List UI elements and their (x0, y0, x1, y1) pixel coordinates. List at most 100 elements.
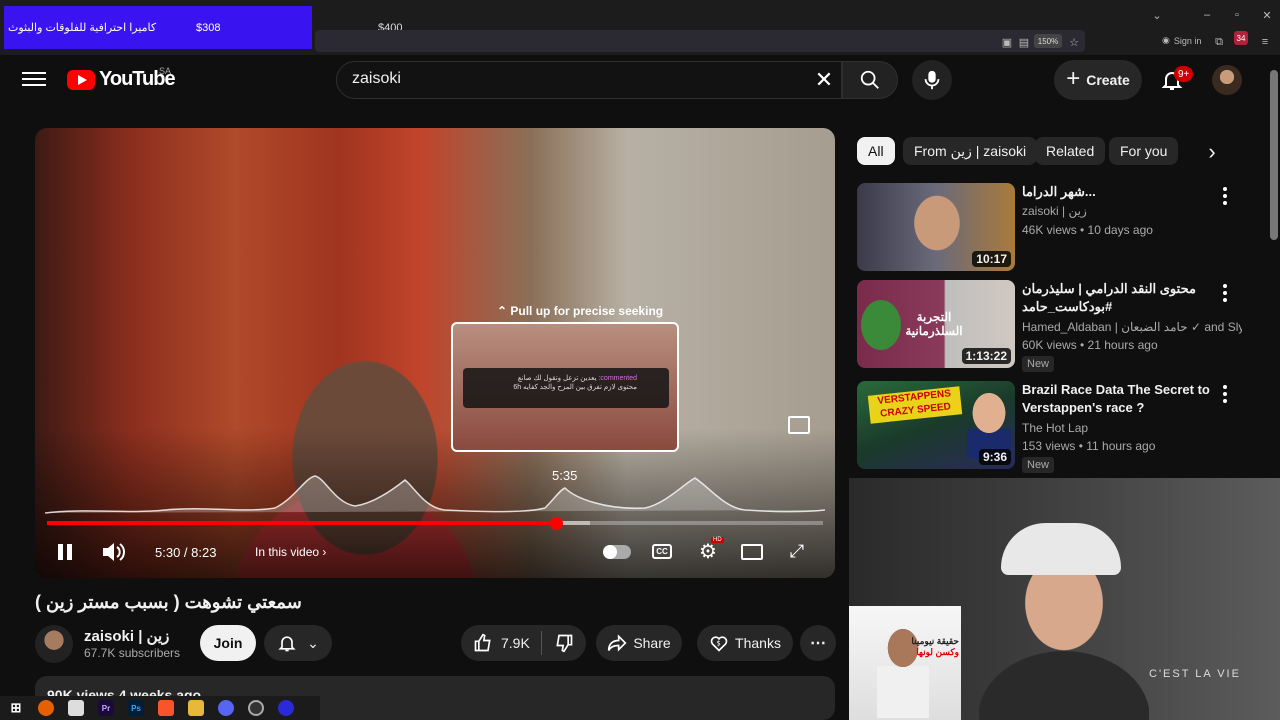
thumb-text-line2: السلذرمانية (905, 324, 963, 338)
more-actions-icon[interactable]: ⋯ (800, 625, 836, 661)
plus-icon: + (1066, 65, 1081, 92)
like-button[interactable]: 7.9K (461, 625, 541, 661)
share-icon (608, 634, 627, 652)
create-label: Create (1086, 72, 1130, 88)
premiere-icon[interactable]: Pr (98, 700, 114, 716)
photoshop-icon[interactable]: Ps (128, 700, 144, 716)
chevron-down-icon: ⌄ (307, 634, 319, 651)
kebab-menu-icon[interactable] (1219, 187, 1231, 207)
brave-icon[interactable] (158, 700, 174, 716)
windows-icon[interactable]: ⊞ (8, 700, 24, 716)
recommendation-channel[interactable]: The Hot Lap (1022, 421, 1242, 435)
extension-count-badge[interactable]: 34 (1234, 31, 1248, 45)
share-button[interactable]: Share (596, 625, 682, 661)
kebab-menu-icon[interactable] (1219, 385, 1231, 405)
browser-menu-icon[interactable]: ≡ (1258, 35, 1272, 49)
bookmark-star-icon[interactable]: ☆ (1067, 35, 1081, 49)
miniplayer-icon[interactable] (788, 416, 810, 434)
bell-icon (278, 636, 296, 652)
chip-for-you[interactable]: For you (1109, 137, 1179, 165)
chip-from-channel[interactable]: From زين | zaisoki (903, 137, 1038, 165)
thanks-label: Thanks (735, 635, 781, 651)
obs-icon[interactable] (248, 700, 264, 716)
folder-icon[interactable] (188, 700, 204, 716)
discord-icon[interactable] (218, 700, 234, 716)
like-dislike-group: 7.9K (461, 625, 586, 661)
hoodie-text: C'EST LA VIE (1149, 668, 1241, 680)
subscribed-notifications-button[interactable]: ⌄ (264, 625, 332, 661)
theater-mode-icon[interactable] (741, 544, 763, 560)
minimize-icon[interactable]: – (1200, 8, 1214, 22)
recommendation-item[interactable]: VERSTAPPENS CRAZY SPEED 9:36 Brazil Race… (857, 381, 1257, 473)
zoom-level-badge[interactable]: 150% (1034, 34, 1062, 48)
new-badge: New (1022, 356, 1055, 372)
recommendation-title[interactable]: Brazil Race Data The Secret to Verstappe… (1022, 381, 1232, 417)
recommendation-title[interactable]: محتوى النقد الدرامي | سليذرمان #بودكاست_… (1022, 280, 1232, 316)
preview-comment-card: commented: يعدين تزعل وتقول لك صانع محتو… (463, 368, 669, 408)
search-input[interactable] (352, 70, 792, 88)
recommendation-thumbnail[interactable]: التجربة السلذرمانية 1:13:22 (857, 280, 1015, 368)
dislike-button[interactable] (542, 625, 586, 661)
preview-comment-age: 6h (513, 384, 522, 391)
pause-icon[interactable] (55, 540, 75, 564)
notifications-badge: 9+ (1174, 66, 1194, 82)
app-icon[interactable] (278, 700, 294, 716)
recommendation-thumbnail[interactable]: VERSTAPPENS CRAZY SPEED 9:36 (857, 381, 1015, 469)
create-button[interactable]: + Create (1054, 60, 1142, 100)
promo-banner[interactable]: كاميرا احترافية للفلوقات والبثوث $308 (4, 6, 312, 49)
recommendation-thumbnail[interactable]: 10:17 (857, 183, 1015, 271)
thanks-button[interactable]: $ Thanks (697, 625, 793, 661)
reader-icon[interactable]: ▤ (1017, 35, 1031, 49)
video-player[interactable]: ⌃ Pull up for precise seeking commented:… (35, 128, 835, 578)
thumbs-up-icon (474, 633, 491, 652)
hamburger-menu-icon[interactable] (22, 67, 46, 91)
volume-icon[interactable] (101, 541, 125, 563)
channel-name[interactable]: zaisoki | زين (84, 627, 169, 645)
sign-in-label: Sign in (1173, 35, 1202, 46)
kebab-menu-icon[interactable] (1219, 284, 1231, 304)
recommendation-channel[interactable]: Hamed_Aldaban | حامد الضبعان ✓ and Slyt.… (1022, 320, 1242, 334)
voice-search-button[interactable] (912, 60, 952, 100)
chevron-right-icon: › (322, 545, 327, 559)
account-icon: ◉ (1162, 35, 1170, 45)
page-scrollbar[interactable] (1270, 70, 1278, 240)
url-bar[interactable] (315, 30, 1085, 52)
firefox-icon[interactable] (38, 700, 54, 716)
thumbs-down-icon (556, 634, 573, 653)
restore-icon[interactable]: ▫ (1230, 8, 1244, 22)
screenshot-icon[interactable]: ▣ (1000, 35, 1014, 49)
progress-scrubber-handle[interactable] (550, 517, 563, 530)
inset-text-line2: وكسن لونها (916, 647, 959, 657)
like-count: 7.9K (501, 635, 530, 651)
join-button[interactable]: Join (200, 625, 256, 661)
chip-all[interactable]: All (857, 137, 895, 165)
browser-sign-in[interactable]: ◉ Sign in (1162, 35, 1201, 46)
chip-related[interactable]: Related (1035, 137, 1106, 165)
recommendation-channel[interactable]: zaisoki | زين (1022, 204, 1242, 218)
search-icon (860, 70, 879, 89)
recommendation-item[interactable]: 10:17 ...شهر الدراما zaisoki | زين 46K v… (857, 183, 1257, 273)
extensions-icon[interactable]: ⧉ (1212, 35, 1226, 49)
close-window-icon[interactable]: ✕ (1260, 8, 1274, 22)
user-avatar[interactable] (1212, 65, 1242, 95)
os-taskbar: ⊞ Pr Ps (0, 696, 320, 720)
notes-icon[interactable] (68, 700, 84, 716)
autoplay-toggle[interactable] (603, 545, 631, 559)
settings-gear-icon[interactable]: ⚙ (697, 541, 719, 563)
fullscreen-icon[interactable]: ⤢ (787, 541, 807, 561)
captions-button[interactable]: CC (652, 544, 672, 559)
streamer-cap (1001, 523, 1121, 575)
in-this-video-button[interactable]: In this video › (255, 545, 326, 559)
chevron-down-icon[interactable]: ⌄ (1150, 8, 1164, 22)
clear-search-icon[interactable]: ✕ (812, 67, 836, 92)
recommendation-item[interactable]: التجربة السلذرمانية 1:13:22 محتوى النقد … (857, 280, 1257, 372)
chevron-right-icon[interactable]: › (1200, 138, 1224, 166)
inset-text: حقيقة نيومينا وكسن لونها (909, 636, 959, 658)
recommendation-title[interactable]: ...شهر الدراما (1022, 183, 1232, 201)
search-button[interactable] (842, 61, 898, 99)
channel-avatar[interactable] (35, 625, 73, 663)
thumb-text-line1: التجربة (916, 310, 952, 324)
preview-commenter: commented: (598, 375, 637, 382)
subscriber-count: 67.7K subscribers (84, 646, 181, 660)
svg-text:$: $ (717, 640, 721, 648)
